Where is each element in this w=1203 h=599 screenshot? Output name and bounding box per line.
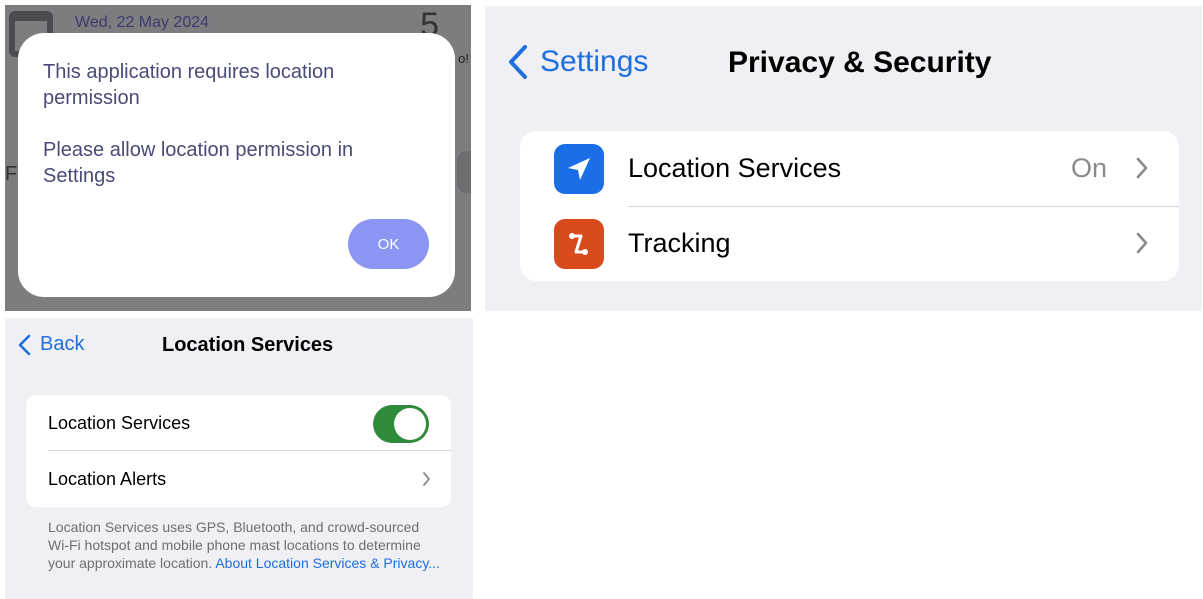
location-services-row[interactable]: Location Services On: [520, 131, 1179, 206]
chevron-right-icon: [1136, 232, 1148, 254]
chevron-right-icon: [423, 472, 430, 486]
location-services-label: Location Services: [48, 413, 191, 433]
page-title: Location Services: [162, 334, 334, 356]
ok-button[interactable]: OK: [348, 219, 429, 269]
about-location-services-link[interactable]: About Location Services & Privacy...: [215, 555, 440, 571]
chevron-left-icon: [509, 45, 527, 79]
location-alerts-row[interactable]: Location Alerts: [26, 451, 451, 507]
background-partial-text-left: F: [5, 163, 18, 185]
toggle-knob: [394, 408, 426, 440]
dialog-message-requirement: This application requires location permi…: [43, 61, 335, 109]
location-settings-group: Location Services Location Alerts: [26, 395, 451, 507]
location-services-footer: Location Services uses GPS, Bluetooth, a…: [48, 518, 443, 572]
location-arrow-icon: [554, 144, 604, 194]
back-button[interactable]: Back: [18, 333, 84, 356]
background-date: Wed, 22 May 2024: [75, 14, 210, 31]
settings-back-button[interactable]: Settings: [507, 44, 648, 80]
location-permission-dialog: This application requires location permi…: [18, 33, 455, 297]
tracking-icon: [554, 219, 604, 269]
location-services-screenshot-panel: Back Location Services Location Services…: [5, 318, 473, 599]
dialog-message-instruction: Please allow location permission in Sett…: [43, 139, 354, 187]
tracking-row[interactable]: Tracking: [520, 206, 1179, 281]
location-services-toggle[interactable]: [373, 405, 429, 443]
background-button-edge: [457, 151, 471, 193]
back-label: Back: [40, 333, 85, 355]
chevron-left-icon: [18, 334, 31, 355]
privacy-security-screenshot-panel: Settings Privacy & Security Location Ser…: [485, 6, 1202, 311]
privacy-settings-group: Location Services On Tracking: [520, 131, 1179, 281]
alert-screenshot-panel: Wed, 22 May 2024 5 o! F This application…: [5, 5, 471, 311]
background-partial-text-right: o!: [458, 51, 469, 66]
location-alerts-label: Location Alerts: [48, 469, 167, 489]
page-title: Privacy & Security: [728, 46, 992, 79]
location-services-toggle-row: Location Services: [26, 395, 451, 451]
chevron-right-icon: [1136, 157, 1148, 179]
tracking-label: Tracking: [628, 228, 731, 258]
location-services-value: On: [1070, 153, 1107, 183]
back-label: Settings: [540, 45, 649, 78]
location-services-label: Location Services: [628, 153, 842, 183]
